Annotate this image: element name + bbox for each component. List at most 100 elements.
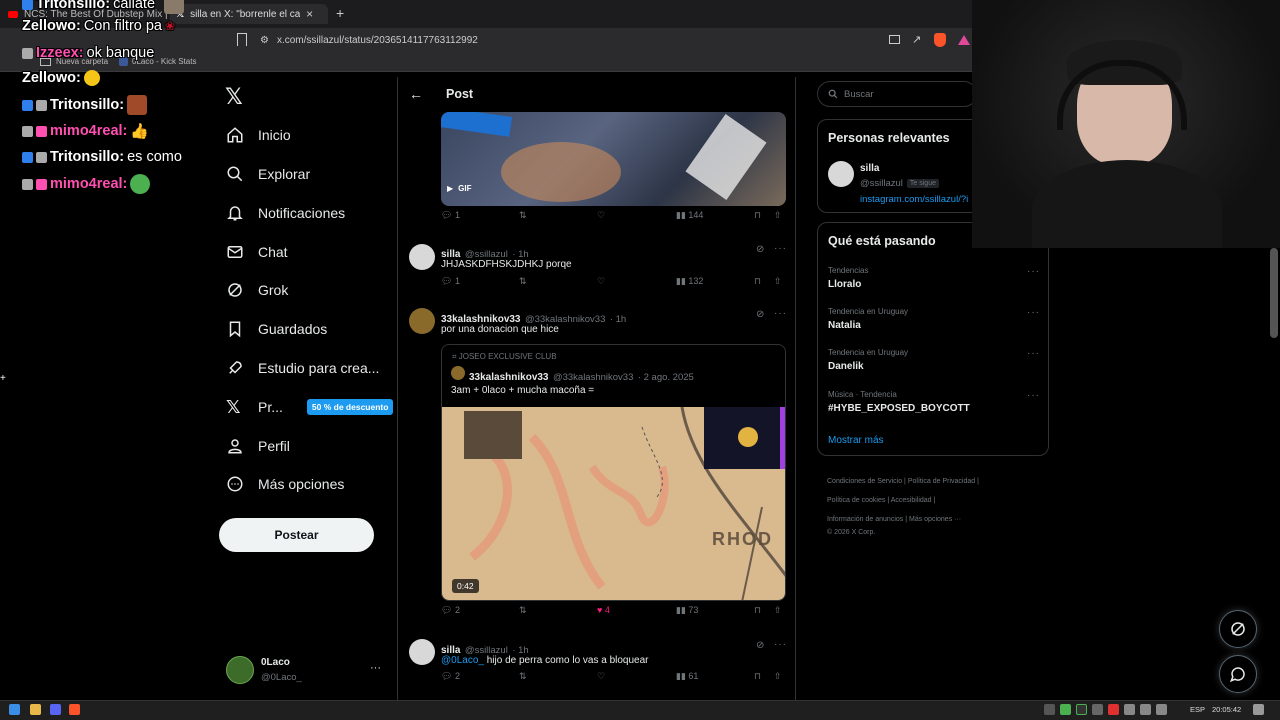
trend-item[interactable]: Lloralo — [828, 279, 861, 290]
post-button[interactable]: Postear — [219, 518, 374, 552]
nvidia-icon[interactable] — [1076, 704, 1087, 715]
close-tab-icon[interactable]: × — [306, 7, 313, 21]
person-icon — [228, 439, 242, 454]
discord-icon[interactable] — [50, 704, 61, 715]
volume-icon[interactable] — [1140, 704, 1151, 715]
like-button-liked[interactable]: ♥ 4 — [597, 605, 610, 615]
more-options-icon[interactable]: ··· — [774, 639, 787, 650]
views-button[interactable]: ▮▮ 144 — [676, 210, 703, 221]
trend-item[interactable]: Natalia — [828, 320, 861, 331]
reply-button[interactable]: 💬︎ 1 — [441, 276, 460, 287]
more-options-icon[interactable]: ··· — [774, 308, 787, 319]
cast-icon[interactable] — [889, 35, 900, 44]
footer-link[interactable]: Más opciones ··· — [909, 516, 961, 523]
footer-link[interactable]: Condiciones de Servicio — [827, 478, 902, 485]
like-icon[interactable]: ♡ — [597, 276, 605, 287]
avatar[interactable] — [409, 308, 435, 334]
tray-icon[interactable] — [1108, 704, 1119, 715]
account-avatar[interactable] — [226, 656, 254, 684]
search-field[interactable]: Buscar — [817, 81, 977, 107]
clock[interactable]: 20:05:42 — [1212, 705, 1241, 714]
nav-profile[interactable]: Perfil — [226, 431, 290, 461]
repost-icon[interactable]: ⇅ — [519, 605, 527, 616]
views-button[interactable]: ▮▮ 73 — [676, 605, 698, 616]
tray-icon[interactable] — [1044, 704, 1055, 715]
person-name[interactable]: silla — [860, 163, 879, 174]
language-indicator[interactable]: ESP — [1190, 705, 1205, 714]
nav-grok[interactable]: Grok — [226, 275, 288, 305]
account-menu-button[interactable]: ··· — [370, 662, 381, 674]
notification-icon[interactable] — [1253, 704, 1264, 715]
repost-icon[interactable]: ⇅ — [519, 276, 527, 287]
footer-link[interactable]: Información de anuncios — [827, 516, 903, 523]
grok-icon[interactable]: ⊘ — [756, 244, 764, 255]
repost-icon[interactable]: ⇅ — [519, 210, 527, 221]
nav-more-options[interactable]: Más opciones — [226, 469, 344, 499]
url-field[interactable]: ⚙ x.com/ssillazul/status/203651411776311… — [260, 31, 880, 49]
start-menu-icon[interactable] — [9, 704, 20, 715]
grok-icon[interactable]: ⊘ — [756, 640, 764, 651]
nav-creator-studio[interactable]: Estudio para crea... — [226, 353, 379, 383]
chat-badge-icon — [22, 125, 33, 137]
quoted-post[interactable]: ⌗ JOSEO EXCLUSIVE CLUB 33kalashnikov33 @… — [441, 344, 786, 601]
brave-rewards-icon[interactable] — [958, 35, 970, 45]
bio-link[interactable]: instagram.com/ssillazul/?i — [860, 194, 975, 205]
share-icon[interactable]: ⇧ — [774, 276, 782, 287]
trend-item[interactable]: Danelik — [828, 361, 864, 372]
bookmark-icon[interactable] — [237, 33, 247, 46]
like-icon[interactable]: ♡ — [597, 210, 605, 221]
trend-more-icon[interactable]: ··· — [1027, 348, 1040, 359]
trend-more-icon[interactable]: ··· — [1027, 307, 1040, 318]
like-icon[interactable]: ♡ — [597, 671, 605, 682]
bookmark-icon[interactable]: ⊓ — [754, 605, 761, 616]
mention-link[interactable]: @0Laco_ — [441, 655, 484, 666]
brave-shield-icon[interactable] — [934, 33, 946, 47]
avatar[interactable] — [409, 639, 435, 665]
bookmark-icon[interactable]: ⊓ — [754, 210, 761, 221]
more-options-icon[interactable]: ··· — [774, 243, 787, 254]
avatar[interactable] — [409, 244, 435, 270]
tray-icon[interactable] — [1060, 704, 1071, 715]
footer-link[interactable]: Política de cookies — [827, 497, 885, 504]
back-arrow-icon[interactable]: ← — [409, 86, 423, 102]
new-tab-button[interactable]: + — [336, 5, 344, 21]
reply-button[interactable]: 💬︎ 1 — [441, 210, 460, 221]
nav-premium[interactable]: 𝕏 Pr... 50 % de descuento — [226, 392, 394, 422]
bookmark-icon[interactable]: ⊓ — [754, 276, 761, 287]
nav-notifications[interactable]: Notificaciones — [226, 198, 345, 228]
tab-silla-post[interactable]: 𝕏 silla en X: "borrenle el canal a 0L × — [170, 4, 328, 24]
footer-link[interactable]: Accesibilidad — [891, 497, 932, 504]
repost-icon[interactable]: ⇅ — [519, 671, 527, 682]
nav-chat[interactable]: Chat — [226, 237, 288, 267]
file-explorer-icon[interactable] — [30, 704, 41, 715]
views-button[interactable]: ▮▮ 132 — [676, 276, 703, 287]
wifi-icon[interactable] — [1124, 704, 1135, 715]
trend-item[interactable]: #HYBE_EXPOSED_BOYCOTT — [828, 403, 970, 414]
tray-icon[interactable] — [1092, 704, 1103, 715]
views-button[interactable]: ▮▮ 61 — [676, 671, 698, 682]
reply-button[interactable]: 💬︎ 2 — [441, 671, 460, 682]
gif-media[interactable]: ▶ GIF — [441, 112, 786, 206]
share-icon[interactable]: ⇧ — [774, 671, 782, 682]
grok-fab-button[interactable] — [1219, 610, 1257, 648]
scrollbar-thumb[interactable] — [1270, 248, 1278, 338]
x-logo-icon[interactable]: 𝕏 — [225, 84, 243, 110]
avatar[interactable] — [828, 161, 854, 187]
grok-icon[interactable]: ⊘ — [756, 309, 764, 320]
reply-button[interactable]: 💬︎ 2 — [441, 605, 460, 616]
share-icon[interactable]: ⇧ — [774, 605, 782, 616]
nav-explore[interactable]: Explorar — [226, 159, 310, 189]
bookmark-icon[interactable]: ⊓ — [754, 671, 761, 682]
video-player[interactable]: RHOD 0:42 — [442, 407, 785, 600]
share-icon[interactable]: ⇧ — [774, 210, 782, 221]
trend-more-icon[interactable]: ··· — [1027, 390, 1040, 401]
network-icon[interactable] — [1156, 704, 1167, 715]
messages-fab-button[interactable] — [1219, 655, 1257, 693]
show-more-link[interactable]: Mostrar más — [828, 435, 884, 446]
brave-browser-icon[interactable] — [69, 704, 80, 715]
trend-more-icon[interactable]: ··· — [1027, 266, 1040, 277]
nav-home[interactable]: Inicio — [226, 120, 291, 150]
footer-link[interactable]: Política de Privacidad — [908, 478, 975, 485]
nav-bookmarks[interactable]: Guardados — [226, 314, 327, 344]
share-icon[interactable]: ↗ — [912, 33, 921, 46]
